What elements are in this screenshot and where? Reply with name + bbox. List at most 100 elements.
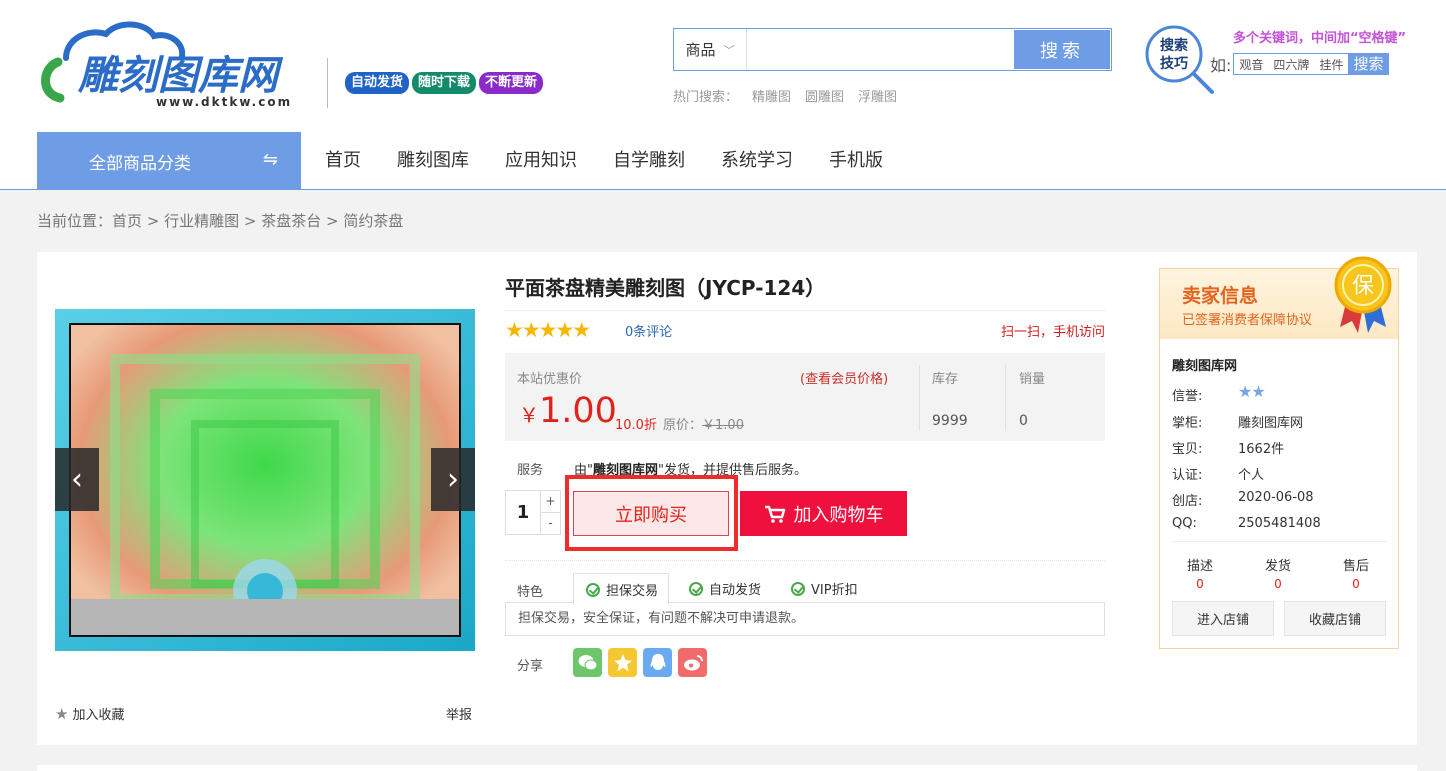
quantity-buttons: + - <box>540 491 560 534</box>
hot-search-link[interactable]: 浮雕图 <box>858 86 897 105</box>
product-card: ‹ › ★ 加入收藏 举报 平面茶盘精美雕刻图（JYCP-124） ★★★★★ … <box>37 252 1417 745</box>
search-category-select[interactable]: 商品 ﹀ <box>674 29 747 70</box>
main-nav: 全部商品分类 ⇋ 首页 雕刻图库 应用知识 自学雕刻 系统学习 手机版 <box>0 132 1446 190</box>
breadcrumb-link[interactable]: 茶盘茶台 <box>261 212 321 230</box>
nav-item-gallery[interactable]: 雕刻图库 <box>397 132 469 190</box>
quantity-plus-button[interactable]: + <box>541 491 560 513</box>
seller-row-label: 宝贝: <box>1172 442 1203 457</box>
add-to-cart-button[interactable]: 加入购物车 <box>740 491 907 536</box>
all-categories-label: 全部商品分类 <box>89 153 191 174</box>
search-tips-example-box: 观音 四六牌 挂件 搜索 <box>1233 53 1390 75</box>
check-icon <box>689 581 704 596</box>
nav-item-home[interactable]: 首页 <box>325 132 361 190</box>
search-tips-term: 挂件 <box>1319 57 1344 72</box>
score-description: 描述 0 <box>1165 555 1235 591</box>
qzone-share-icon[interactable] <box>608 648 637 677</box>
quantity-input[interactable]: 1 <box>506 491 540 534</box>
mobile-scan-link[interactable]: 扫一扫，手机访问 <box>1001 321 1105 340</box>
hot-search-link[interactable]: 精雕图 <box>752 86 791 105</box>
seller-shop-name: 雕刻图库网 <box>1172 359 1238 374</box>
search-category-label: 商品 <box>685 41 716 59</box>
search-tips-line1: 搜索 <box>1160 37 1188 54</box>
price-box: 本站优惠价 (查看会员价格) ￥1.00 10.0折 原价：￥1.00 库存 9… <box>505 353 1105 441</box>
product-image[interactable] <box>55 309 475 651</box>
enter-shop-button[interactable]: 进入店铺 <box>1172 601 1274 636</box>
qq-share-icon[interactable] <box>643 648 672 677</box>
star-icon: ★ <box>55 704 69 723</box>
original-price: 原价：￥1.00 <box>663 414 744 433</box>
site-header: 雕刻图库网 www.dktkw.com 自动发货 随时下载 不断更新 商品 ﹀ … <box>0 0 1446 190</box>
search-tips-icon[interactable]: 搜索 技巧 <box>1144 24 1216 96</box>
seller-row-label: 信誉: <box>1172 389 1203 404</box>
comments-link[interactable]: 0条评论 <box>625 321 672 340</box>
rating-row: ★★★★★ 0条评论 扫一扫，手机访问 <box>505 310 1105 342</box>
add-to-cart-label: 加入购物车 <box>793 504 884 526</box>
score-aftersale: 售后 0 <box>1321 555 1391 591</box>
score-value: 0 <box>1196 577 1204 591</box>
service-label: 服务 <box>517 463 544 478</box>
report-link[interactable]: 举报 <box>446 704 472 723</box>
favorite-shop-button[interactable]: 收藏店铺 <box>1284 601 1386 636</box>
tab-escrow[interactable]: 担保交易 <box>573 573 670 605</box>
hot-search-label: 热门搜索： <box>673 90 739 105</box>
logo-graphic: 雕刻图库网 www.dktkw.com <box>41 21 290 109</box>
seller-row-value: 个人 <box>1238 468 1265 483</box>
search-bar: 商品 ﹀ 搜索 <box>673 28 1112 71</box>
feature-description: 担保交易，安全保证，有问题不解决可申请退款。 <box>505 602 1105 636</box>
search-tips-term: 四六牌 <box>1273 57 1310 72</box>
stock-value: 9999 <box>932 413 968 429</box>
guarantee-medal-icon: 保 <box>1334 256 1392 333</box>
seller-row-label: 创店: <box>1172 494 1203 509</box>
gallery-next-button[interactable]: › <box>431 448 475 511</box>
seller-row-value: 雕刻图库网 <box>1238 416 1304 431</box>
hot-search-link[interactable]: 圆雕图 <box>805 86 844 105</box>
cart-icon <box>764 505 785 523</box>
share-label: 分享 <box>517 659 544 674</box>
seller-row-value: 2020-06-08 <box>1238 490 1314 505</box>
breadcrumb-sep: > <box>239 212 262 230</box>
nav-item-mobile[interactable]: 手机版 <box>829 132 883 190</box>
all-categories-button[interactable]: 全部商品分类 ⇋ <box>37 132 301 190</box>
price-number: 1.00 <box>539 391 617 431</box>
seller-divider <box>1172 541 1386 542</box>
search-tips-button: 搜索 <box>1348 54 1389 74</box>
nav-item-self-study[interactable]: 自学雕刻 <box>613 132 685 190</box>
tab-label: VIP折扣 <box>811 583 858 598</box>
weibo-share-icon[interactable] <box>678 648 707 677</box>
score-value: 0 <box>1274 577 1282 591</box>
buy-now-button[interactable]: 立即购买 <box>573 491 729 536</box>
member-price-link[interactable]: (查看会员价格) <box>800 368 888 387</box>
logo-divider <box>327 58 328 108</box>
original-price-label: 原价： <box>663 418 703 433</box>
score-delivery: 发货 0 <box>1243 555 1313 591</box>
tab-auto-delivery[interactable]: 自动发货 <box>677 573 771 604</box>
wechat-share-icon[interactable] <box>573 648 602 677</box>
gallery-prev-button[interactable]: ‹ <box>55 448 99 511</box>
breadcrumb-link[interactable]: 行业精雕图 <box>164 212 239 230</box>
nav-item-system-learning[interactable]: 系统学习 <box>721 132 793 190</box>
share-icons <box>573 648 707 677</box>
nav-item-knowledge[interactable]: 应用知识 <box>505 132 577 190</box>
quantity-minus-button[interactable]: - <box>541 513 560 534</box>
check-icon <box>791 581 806 596</box>
score-label: 售后 <box>1342 559 1369 574</box>
price-label: 本站优惠价 <box>517 372 583 387</box>
medal-text: 保 <box>1352 274 1374 299</box>
rating-stars: ★★★★★ <box>505 318 591 342</box>
price-value: ￥1.00 <box>519 391 617 431</box>
tab-vip-discount[interactable]: VIP折扣 <box>779 573 868 604</box>
search-tips-hint: 多个关键词，中间加“空格键” <box>1233 31 1407 46</box>
search-button[interactable]: 搜索 <box>1014 30 1110 69</box>
next-section-edge <box>37 765 1417 771</box>
add-favorite-button[interactable]: ★ 加入收藏 <box>55 704 124 724</box>
chevron-down-icon: ﹀ <box>723 43 735 57</box>
search-tips-term: 观音 <box>1239 57 1264 72</box>
sales-label: 销量 <box>1019 372 1046 387</box>
search-input[interactable] <box>747 29 1013 70</box>
breadcrumb-link[interactable]: 首页 <box>112 212 142 230</box>
breadcrumb-sep: > <box>321 212 344 230</box>
site-logo[interactable]: 雕刻图库网 www.dktkw.com <box>36 18 326 110</box>
breadcrumb-link[interactable]: 简约茶盘 <box>343 212 403 230</box>
seller-panel: 卖家信息 已签署消费者保障协议 保 雕刻图库网 信誉: ★★ 掌柜: 雕刻图库网… <box>1159 256 1399 649</box>
currency-symbol: ￥ <box>519 403 539 427</box>
